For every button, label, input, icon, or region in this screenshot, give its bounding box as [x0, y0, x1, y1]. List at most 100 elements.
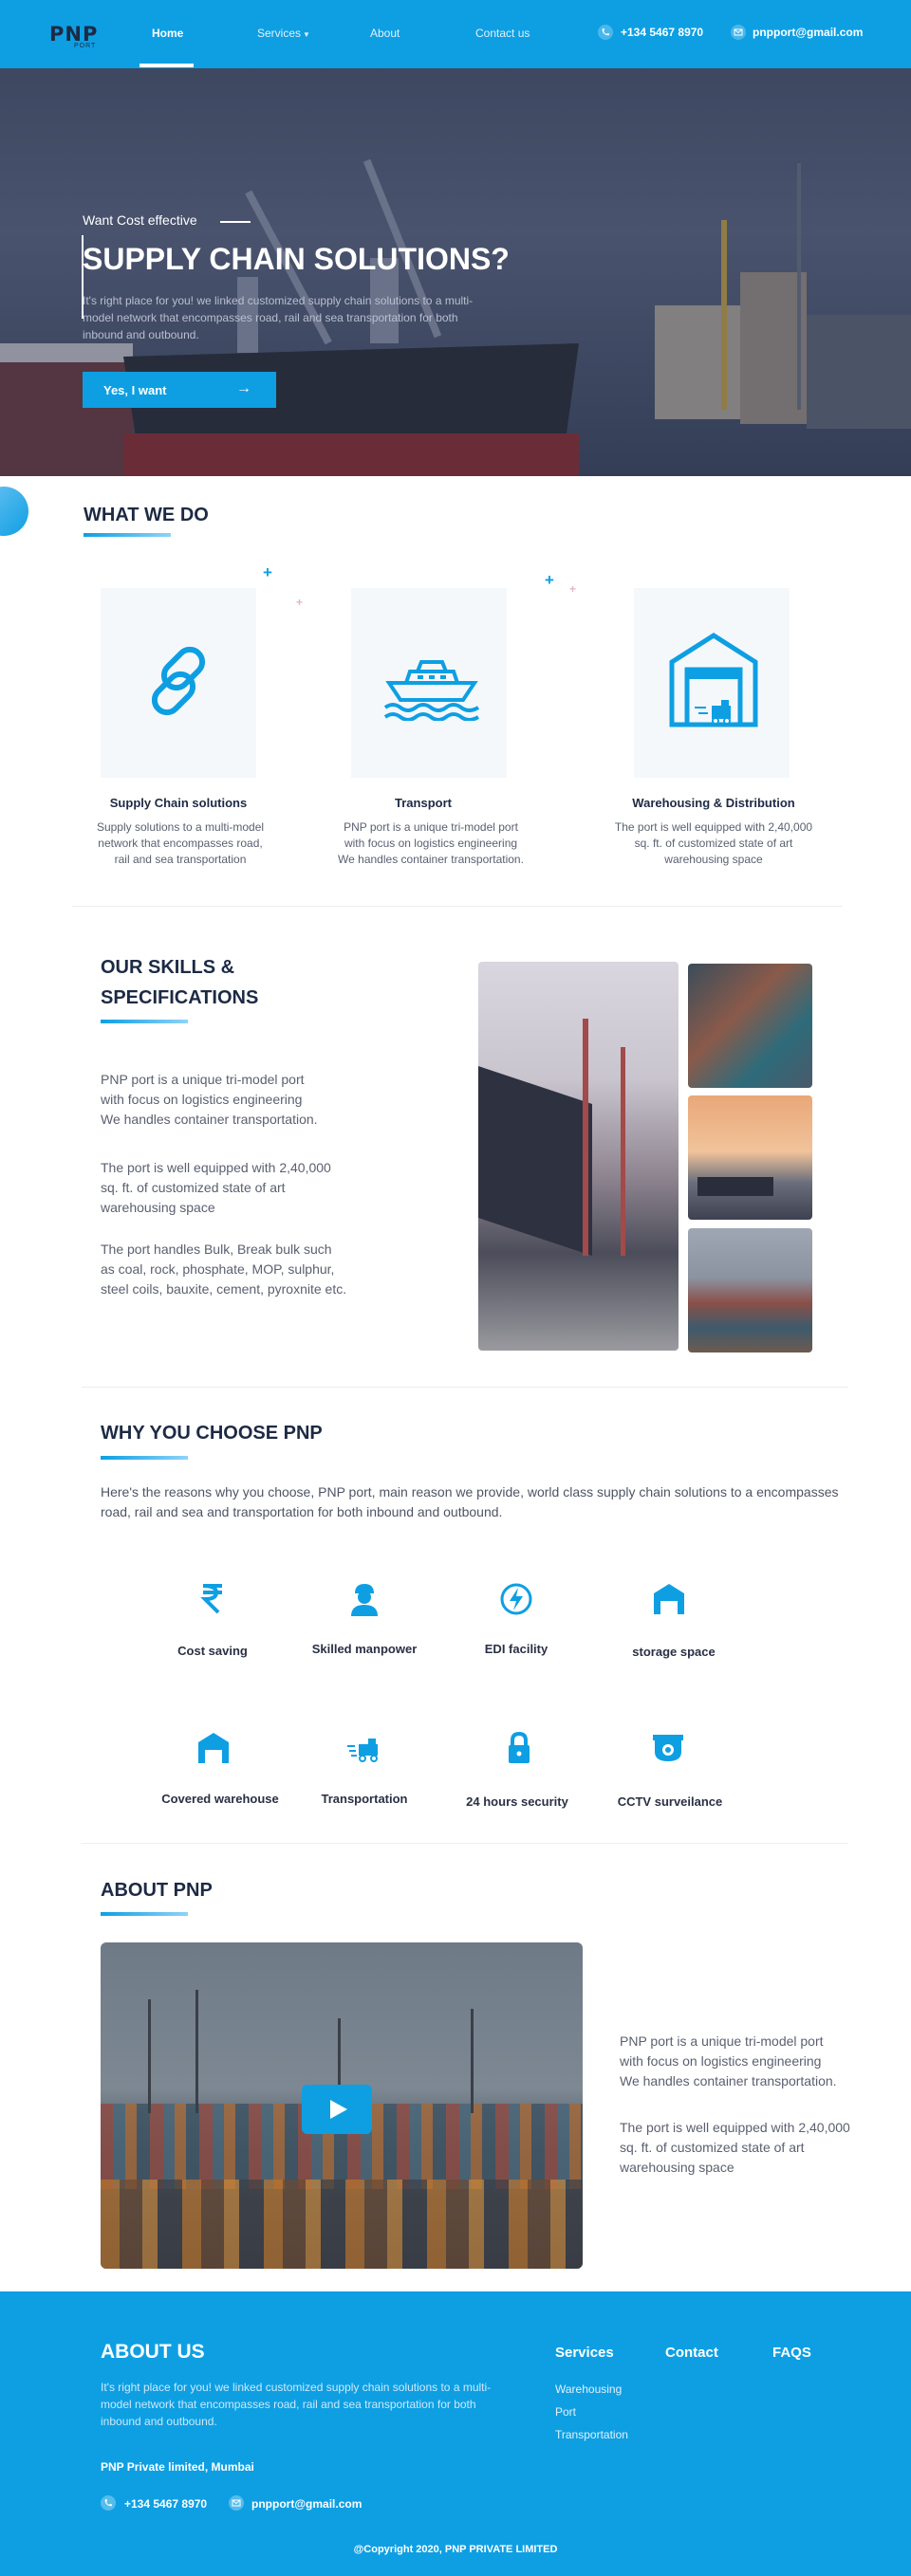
- play-icon: [326, 2098, 349, 2125]
- desc-line: network that encompasses road,: [98, 837, 263, 850]
- section-underline: [101, 1912, 188, 1916]
- nav-phone[interactable]: +134 5467 8970: [621, 26, 703, 39]
- para-line: The port is well equipped with 2,40,000: [620, 2120, 850, 2135]
- nav-about[interactable]: About: [370, 27, 400, 40]
- storage-icon: [650, 1580, 688, 1618]
- lamp-post: [195, 1990, 198, 2113]
- lightning-icon: [497, 1580, 535, 1618]
- desc-line: rail and sea transportation: [114, 853, 247, 866]
- nav-email[interactable]: pnpport@gmail.com: [753, 26, 863, 39]
- feature-label: storage space: [632, 1645, 716, 1659]
- skills-title: OUR SKILLS & SPECIFICATIONS: [101, 952, 258, 1013]
- lamp-post: [148, 1999, 151, 2113]
- ship-dock-photo: [478, 962, 679, 1351]
- cctv-icon: [649, 1729, 687, 1767]
- hero-title: SUPPLY CHAIN SOLUTIONS?: [83, 242, 510, 276]
- top-navbar: PNP PORT Home Services ▼ About Contact us…: [0, 0, 911, 68]
- port-cranes-foreground: [101, 2180, 583, 2269]
- para-line: sq. ft. of customized state of art: [620, 2140, 805, 2155]
- page: PNP PORT Home Services ▼ About Contact us…: [0, 0, 911, 2576]
- warehouse-icon: [666, 628, 761, 733]
- ship-icon: [380, 645, 484, 726]
- service-card[interactable]: [351, 588, 507, 778]
- arrow-right-icon: →: [236, 380, 251, 396]
- section-divider: [82, 1387, 848, 1388]
- section-underline: [84, 533, 171, 537]
- para-line: with focus on logistics engineering: [620, 2053, 822, 2069]
- crane: [583, 1019, 588, 1256]
- truck-icon: [345, 1729, 383, 1767]
- video-play-button[interactable]: [302, 2085, 372, 2134]
- para-line: We handles container transportation.: [101, 1112, 318, 1127]
- container-yard-photo: [688, 1228, 812, 1352]
- skills-paragraph: The port is well equipped with 2,40,000 …: [101, 1158, 385, 1218]
- service-card-desc: PNP port is a unique tri-model port with…: [319, 819, 543, 868]
- desc-line: Supply solutions to a multi-model: [96, 820, 265, 834]
- why-description: Here's the reasons why you choose, PNP p…: [101, 1484, 839, 1519]
- hero-kicker: Want Cost effective: [83, 212, 197, 228]
- feature-label: Transportation: [321, 1792, 408, 1806]
- para-line: PNP port is a unique tri-model port: [620, 2033, 824, 2049]
- nav-contact-us[interactable]: Contact us: [475, 27, 530, 40]
- section-underline: [101, 1020, 188, 1023]
- feature-label: CCTV surveilance: [617, 1794, 723, 1809]
- service-card[interactable]: [101, 588, 256, 778]
- rupee-icon: [194, 1580, 232, 1618]
- skills-title-line: OUR SKILLS &: [101, 957, 235, 978]
- chevron-down-icon: ▼: [303, 30, 310, 39]
- decorative-bubble: [0, 487, 28, 536]
- para-line: warehousing space: [620, 2160, 734, 2175]
- footer-email[interactable]: pnpport@gmail.com: [251, 2497, 362, 2511]
- nav-services[interactable]: Services ▼: [257, 27, 310, 40]
- footer-col-faqs[interactable]: FAQS: [772, 2345, 811, 2361]
- footer-col-contact[interactable]: Contact: [665, 2345, 718, 2361]
- para-line: PNP port is a unique tri-model port: [101, 1072, 305, 1087]
- about-paragraph: The port is well equipped with 2,40,000 …: [620, 2118, 895, 2178]
- about-paragraph: PNP port is a unique tri-model port with…: [620, 2032, 895, 2091]
- footer: ABOUT US It's right place for you! we li…: [0, 2291, 911, 2576]
- nav-home[interactable]: Home: [152, 27, 183, 40]
- chain-link-icon: [135, 637, 222, 729]
- hero-description: It's right place for you! we linked cust…: [83, 294, 474, 341]
- brand-logo[interactable]: PNP PORT: [49, 23, 106, 51]
- service-card[interactable]: [634, 588, 790, 778]
- hero-cta-button[interactable]: Yes, I want →: [83, 372, 276, 408]
- phone-icon: [101, 2495, 116, 2511]
- feature-label: Skilled manpower: [311, 1642, 418, 1656]
- copyright: @Copyright 2020, PNP PRIVATE LIMITED: [353, 2544, 558, 2555]
- containers-aerial-photo: [688, 964, 812, 1088]
- para-line: We handles container transportation.: [620, 2073, 837, 2088]
- plus-decoration: +: [569, 582, 577, 596]
- para-line: with focus on logistics engineering: [101, 1092, 303, 1107]
- service-card-title: Supply Chain solutions: [109, 796, 248, 810]
- footer-link[interactable]: Warehousing: [555, 2383, 622, 2396]
- para-line: sq. ft. of customized state of art: [101, 1180, 286, 1195]
- lamp-post: [471, 2009, 474, 2113]
- footer-col-services[interactable]: Services: [555, 2345, 614, 2361]
- para-line: steel coils, bauxite, cement, pyroxnite …: [101, 1281, 347, 1297]
- plus-decoration: +: [296, 596, 304, 609]
- hero-banner: Want Cost effective SUPPLY CHAIN SOLUTIO…: [0, 68, 911, 476]
- footer-link[interactable]: Transportation: [555, 2428, 628, 2441]
- feature-label: EDI facility: [484, 1642, 548, 1656]
- para-line: as coal, rock, phosphate, MOP, sulphur,: [101, 1261, 335, 1277]
- service-card-desc: The port is well equipped with 2,40,000 …: [598, 819, 829, 868]
- skills-paragraph: The port handles Bulk, Break bulk such a…: [101, 1240, 385, 1299]
- para-line: The port handles Bulk, Break bulk such: [101, 1242, 332, 1257]
- feature-label: 24 hours security: [466, 1794, 568, 1809]
- why-title: WHY YOU CHOOSE PNP: [101, 1423, 323, 1444]
- footer-phone[interactable]: +134 5467 8970: [124, 2497, 207, 2511]
- skills-paragraph: PNP port is a unique tri-model port with…: [101, 1070, 385, 1130]
- desc-line: PNP port is a unique tri-model port: [344, 820, 518, 834]
- service-card-title: Transport: [395, 796, 452, 810]
- service-card-title: Warehousing & Distribution: [632, 796, 795, 810]
- plus-decoration: +: [545, 571, 554, 589]
- desc-line: with focus on logistics engineering: [344, 837, 518, 850]
- plus-decoration: +: [263, 563, 272, 581]
- feature-label: Covered warehouse: [161, 1792, 279, 1806]
- about-video[interactable]: [101, 1942, 583, 2269]
- footer-title: ABOUT US: [101, 2341, 205, 2363]
- mail-icon: [229, 2495, 244, 2511]
- footer-link[interactable]: Port: [555, 2405, 576, 2419]
- desc-line: sq. ft. of customized state of art: [634, 837, 793, 850]
